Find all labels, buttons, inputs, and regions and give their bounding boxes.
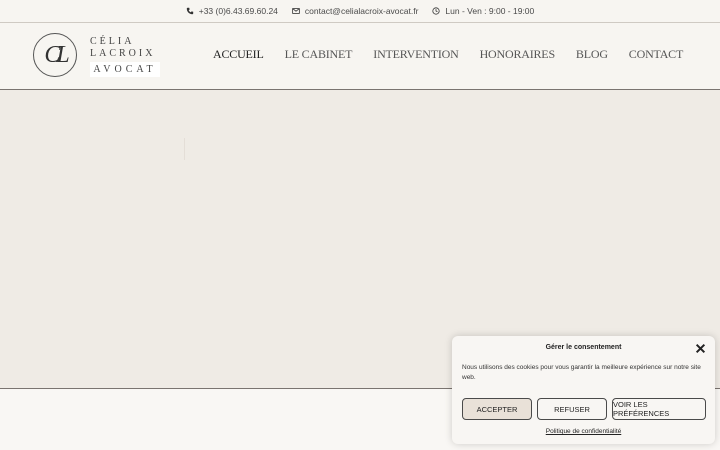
nav-item-contact[interactable]: CONTACT — [629, 47, 684, 62]
cookie-message: Nous utilisons des cookies pour vous gar… — [462, 364, 701, 381]
logo-line-3: AVOCAT — [90, 62, 160, 77]
logo-line-2: LACROIX — [90, 48, 156, 59]
main-nav: ACCUEIL LE CABINET INTERVENTION HONORAIR… — [213, 47, 683, 62]
envelope-icon — [292, 7, 300, 15]
cookie-title: Gérer le consentement — [545, 344, 622, 351]
privacy-policy-link[interactable]: Politique de confidentialité — [452, 428, 715, 435]
clock-icon — [432, 7, 441, 15]
logo-monogram: CL — [33, 33, 77, 77]
site-header: CL CÉLIA LACROIX AVOCAT ACCUEIL LE CABIN… — [0, 23, 720, 90]
hero-divider — [184, 138, 185, 160]
cookie-actions: ACCEPTER REFUSER VOIR LES PRÉFÉRENCES — [462, 398, 706, 420]
opening-hours: Lun - Ven : 9:00 - 19:00 — [432, 6, 534, 16]
phone-contact[interactable]: +33 (0)6.43.69.60.24 — [186, 6, 278, 16]
nav-item-blog[interactable]: BLOG — [576, 47, 608, 62]
hours-text: Lun - Ven : 9:00 - 19:00 — [445, 6, 535, 16]
nav-item-honoraires[interactable]: HONORAIRES — [480, 47, 556, 62]
site-logo[interactable]: CL CÉLIA LACROIX AVOCAT — [33, 33, 173, 81]
top-info-bar: +33 (0)6.43.69.60.24 contact@celialacroi… — [0, 0, 720, 23]
refuse-button[interactable]: REFUSER — [537, 398, 607, 420]
logo-line-1: CÉLIA — [90, 36, 135, 47]
logo-name: CÉLIA LACROIX — [90, 36, 155, 60]
view-preferences-button[interactable]: VOIR LES PRÉFÉRENCES — [612, 398, 706, 420]
phone-icon — [186, 7, 194, 15]
nav-item-intervention[interactable]: INTERVENTION — [373, 47, 458, 62]
nav-item-le-cabinet[interactable]: LE CABINET — [285, 47, 353, 62]
close-icon[interactable] — [695, 343, 706, 354]
nav-item-accueil[interactable]: ACCUEIL — [213, 47, 264, 62]
email-address: contact@celialacroix-avocat.fr — [304, 6, 419, 16]
accept-button[interactable]: ACCEPTER — [462, 398, 532, 420]
email-contact[interactable]: contact@celialacroix-avocat.fr — [292, 6, 419, 16]
cookie-consent-dialog: Gérer le consentement Nous utilisons des… — [452, 336, 715, 444]
phone-number: +33 (0)6.43.69.60.24 — [198, 6, 278, 16]
